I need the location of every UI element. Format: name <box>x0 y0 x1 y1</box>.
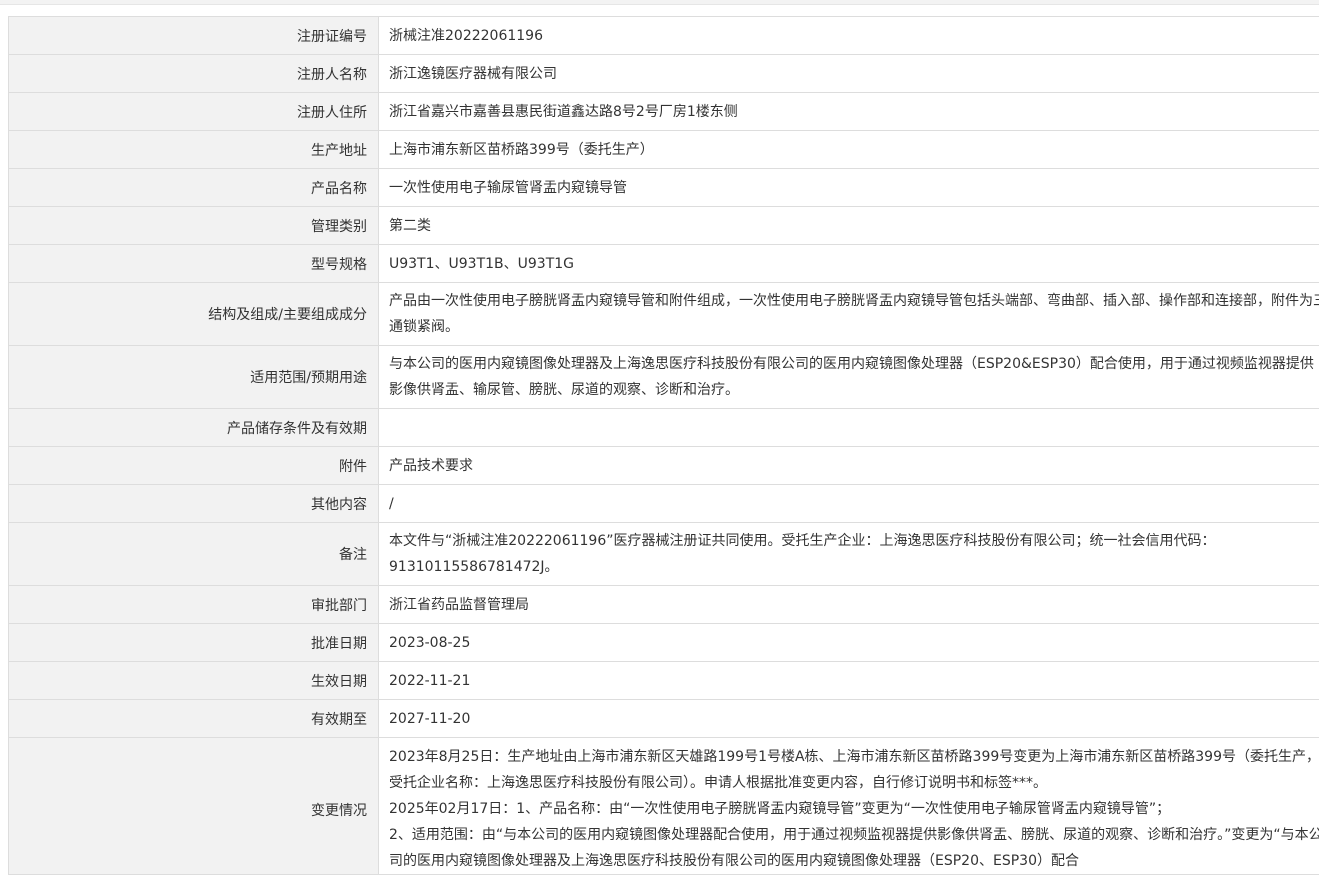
row-value: U93T1、U93T1B、U93T1G <box>378 244 1319 283</box>
change-entry: 2023年8月25日：生产地址由上海市浦东新区天雄路199号1号楼A栋、上海市浦… <box>389 749 1319 791</box>
table-row: 生效日期 2022-11-21 <box>8 661 1319 700</box>
row-label: 结构及组成/主要组成成分 <box>8 282 379 346</box>
row-value: 浙械注准20222061196 <box>378 16 1319 55</box>
row-label: 生产地址 <box>8 130 379 169</box>
row-value: 本文件与“浙械注准20222061196”医疗器械注册证共同使用。受托生产企业：… <box>378 522 1319 586</box>
table-row: 其他内容 / <box>8 484 1319 523</box>
table-row: 适用范围/预期用途 与本公司的医用内窥镜图像处理器及上海逸思医疗科技股份有限公司… <box>8 345 1319 409</box>
row-label: 变更情况 <box>8 737 379 875</box>
row-label: 有效期至 <box>8 699 379 738</box>
table-row: 审批部门 浙江省药品监督管理局 <box>8 585 1319 624</box>
row-value: 2022-11-21 <box>378 661 1319 700</box>
row-value: 浙江省嘉兴市嘉善县惠民街道鑫达路8号2号厂房1楼东侧 <box>378 92 1319 131</box>
row-value: 第二类 <box>378 206 1319 245</box>
row-value: 一次性使用电子输尿管肾盂内窥镜导管 <box>378 168 1319 207</box>
table-row: 注册人名称 浙江逸镜医疗器械有限公司 <box>8 54 1319 93</box>
table-row: 批准日期 2023-08-25 <box>8 623 1319 662</box>
row-value: 产品由一次性使用电子膀胱肾盂内窥镜导管和附件组成，一次性使用电子膀胱肾盂内窥镜导… <box>378 282 1319 346</box>
top-divider <box>0 0 1319 5</box>
row-label: 注册人住所 <box>8 92 379 131</box>
row-label: 审批部门 <box>8 585 379 624</box>
table-row: 注册证编号 浙械注准20222061196 <box>8 16 1319 55</box>
row-label: 产品名称 <box>8 168 379 207</box>
table-row: 有效期至 2027-11-20 <box>8 699 1319 738</box>
row-label: 批准日期 <box>8 623 379 662</box>
table-row: 产品名称 一次性使用电子输尿管肾盂内窥镜导管 <box>8 168 1319 207</box>
table-row: 附件 产品技术要求 <box>8 446 1319 485</box>
table-row: 管理类别 第二类 <box>8 206 1319 245</box>
row-value: 2023-08-25 <box>378 623 1319 662</box>
table-row: 注册人住所 浙江省嘉兴市嘉善县惠民街道鑫达路8号2号厂房1楼东侧 <box>8 92 1319 131</box>
row-label: 注册证编号 <box>8 16 379 55</box>
change-entry: 2025年02月17日：1、产品名称：由“一次性使用电子膀胱肾盂内窥镜导管”变更… <box>389 801 1171 817</box>
row-value: 上海市浦东新区苗桥路399号（委托生产） <box>378 130 1319 169</box>
table-row: 产品储存条件及有效期 <box>8 408 1319 447</box>
row-value: 产品技术要求 <box>378 446 1319 485</box>
row-label: 管理类别 <box>8 206 379 245</box>
row-value: 浙江逸镜医疗器械有限公司 <box>378 54 1319 93</box>
registration-detail-table: 注册证编号 浙械注准20222061196 注册人名称 浙江逸镜医疗器械有限公司… <box>8 16 1319 875</box>
row-label: 适用范围/预期用途 <box>8 345 379 409</box>
table-row: 备注 本文件与“浙械注准20222061196”医疗器械注册证共同使用。受托生产… <box>8 522 1319 586</box>
row-value: 浙江省药品监督管理局 <box>378 585 1319 624</box>
row-value: 与本公司的医用内窥镜图像处理器及上海逸思医疗科技股份有限公司的医用内窥镜图像处理… <box>378 345 1319 409</box>
row-label: 型号规格 <box>8 244 379 283</box>
row-value <box>378 408 1319 447</box>
row-value: 2027-11-20 <box>378 699 1319 738</box>
change-history-value: 2023年8月25日：生产地址由上海市浦东新区天雄路199号1号楼A栋、上海市浦… <box>378 737 1319 875</box>
row-label: 注册人名称 <box>8 54 379 93</box>
row-label: 其他内容 <box>8 484 379 523</box>
row-label: 附件 <box>8 446 379 485</box>
table-row-change-history: 变更情况 2023年8月25日：生产地址由上海市浦东新区天雄路199号1号楼A栋… <box>8 737 1319 875</box>
row-value: / <box>378 484 1319 523</box>
row-label: 备注 <box>8 522 379 586</box>
table-row: 型号规格 U93T1、U93T1B、U93T1G <box>8 244 1319 283</box>
row-label: 生效日期 <box>8 661 379 700</box>
change-entry: 2、适用范围：由“与本公司的医用内窥镜图像处理器配合使用，用于通过视频监视器提供… <box>389 827 1319 869</box>
table-row: 生产地址 上海市浦东新区苗桥路399号（委托生产） <box>8 130 1319 169</box>
table-row: 结构及组成/主要组成成分 产品由一次性使用电子膀胱肾盂内窥镜导管和附件组成，一次… <box>8 282 1319 346</box>
row-label: 产品储存条件及有效期 <box>8 408 379 447</box>
